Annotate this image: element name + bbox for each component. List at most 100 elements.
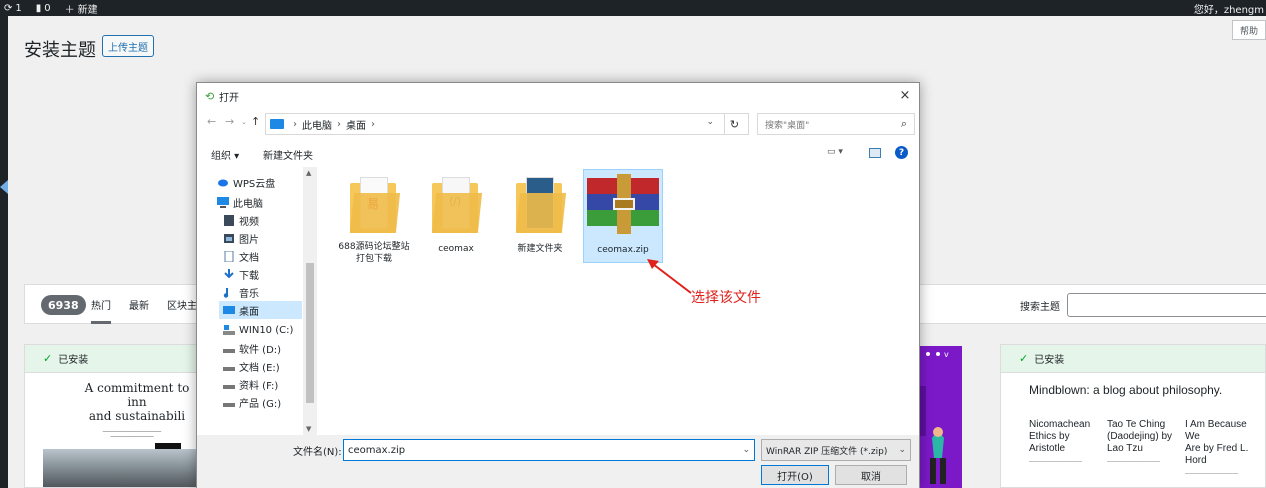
nav-item-drive-g[interactable]: 产品 (G:) [223,393,309,411]
svg-text:v: v [944,350,949,359]
recent-chevron-icon[interactable]: ⌄ [241,118,247,126]
breadcrumb-item[interactable]: 此电脑 [302,117,332,132]
nav-item-label: 产品 (G:) [239,398,282,410]
preview-pane-icon[interactable] [869,148,881,158]
column-line: Lao Tzu [1107,443,1143,454]
search-desktop-input[interactable]: 搜索"桌面" ⌕ [757,113,915,135]
chevron-down-icon[interactable]: ⌄ [742,445,750,455]
upload-theme-button[interactable]: 上传主题 [102,35,154,57]
nav-item-desktop[interactable]: 桌面 [219,301,302,319]
annotation-text: 选择该文件 [691,290,761,306]
winrar-archive-icon [587,174,659,234]
tab-block-themes[interactable]: 区块主 [167,297,197,312]
account-greeting[interactable]: 您好，zhengm [1194,1,1264,16]
column-line: Tao Te Ching [1107,419,1166,430]
drive-icon [223,397,235,408]
nav-item-label: 资料 (F:) [239,380,279,392]
open-file-dialog: ⟲ 打开 × ← → ⌄ ↑ › 此电脑 › 桌面 › ⌄ ↻ 搜索"桌面" ⌕… [196,82,920,488]
plus-icon: ＋ [64,4,75,16]
music-icon [223,287,235,298]
organize-menu[interactable]: 组织 ▾ [211,147,239,162]
search-themes-input[interactable] [1067,293,1266,317]
nav-item-wps-cloud[interactable]: WPS云盘 [217,173,303,191]
chevron-down-icon[interactable]: ⌄ [898,445,906,455]
nav-item-label: WPS云盘 [233,178,276,190]
file-name: 688源码论坛整站打包下载 [338,242,410,264]
nav-item-label: 音乐 [239,288,259,300]
nav-item-music[interactable]: 音乐 [223,283,309,301]
nav-item-label: 此电脑 [233,198,263,210]
theme-card[interactable]: ✓ 已安装 Mindblown: a blog about philosophy… [1000,344,1266,488]
filename-input[interactable]: ceomax.zip ⌄ [343,439,755,461]
nav-item-pictures[interactable]: 图片 [223,229,309,247]
installed-banner: ✓ 已安装 [25,345,199,373]
scroll-up-icon[interactable]: ▲ [306,169,311,177]
refresh-button[interactable]: ↻ [721,113,749,135]
nav-item-label: WIN10 (C:) [239,324,294,336]
nav-item-drive-e[interactable]: 文档 (E:) [223,357,309,375]
dialog-title-bar[interactable]: ⟲ 打开 × [197,83,919,109]
breadcrumb-item[interactable]: 桌面 [346,117,366,132]
preview-column: Tao Te Ching (Daodejing) by Lao Tzu ▁▁▁▁… [1107,419,1179,462]
filename-label: 文件名(N): [293,447,342,458]
dialog-title: 打开 [219,92,239,104]
nav-item-downloads[interactable]: 下载 [223,265,309,283]
help-button[interactable]: 帮助 [1232,20,1266,40]
nav-item-label: 下载 [239,270,259,282]
nav-item-drive-c[interactable]: WIN10 (C:) [223,321,309,339]
column-line: (Daodejing) by [1107,431,1173,442]
forward-arrow-icon[interactable]: → [225,115,234,128]
annotation-arrow-icon [647,259,692,294]
comments-item[interactable]: ▮ 0 [36,3,51,14]
picture-icon [223,233,235,244]
column-excerpt: ▁▁▁▁▁▁▁▁▁▁▁▁▁▁▁▁▁▁▁▁▁▁▁ [1185,470,1239,474]
file-type-select[interactable]: WinRAR ZIP 压缩文件 (*.zip) ⌄ [761,439,911,461]
nav-item-this-pc[interactable]: 此电脑 [217,193,303,211]
admin-sidebar-edge [0,16,8,488]
nav-item-label: 视频 [239,216,259,228]
nav-item-label: 软件 (D:) [239,344,282,356]
download-icon [223,268,235,280]
updates-item[interactable]: ⟳ 1 [4,3,22,14]
back-arrow-icon[interactable]: ← [207,115,216,128]
dialog-navigation-row: ← → ⌄ ↑ › 此电脑 › 桌面 › ⌄ ↻ 搜索"桌面" ⌕ [197,111,919,137]
file-item-folder[interactable]: 新建文件夹 [501,169,579,265]
scroll-down-icon[interactable]: ▼ [306,425,311,433]
nav-item-videos[interactable]: 视频 [223,211,309,229]
new-folder-button[interactable]: 新建文件夹 [263,147,313,162]
breadcrumb-separator-icon: › [337,118,341,130]
file-name: 新建文件夹 [517,244,563,254]
comment-icon: ▮ [35,2,42,14]
search-icon: ⌕ [900,117,907,130]
nav-item-drive-d[interactable]: 软件 (D:) [223,339,309,357]
tab-latest[interactable]: 最新 [129,297,149,312]
preview-column: I Am Because We Are by Fred L. Hord ▁▁▁▁… [1185,419,1257,474]
scrollbar-thumb[interactable] [306,263,314,403]
check-icon: ✓ [43,352,53,365]
file-item-folder[interactable]: ⟨/⟩ ceomax [417,169,495,265]
address-bar[interactable]: › 此电脑 › 桌面 › ⌄ [265,113,725,135]
theme-card-preview-purple[interactable]: v [916,346,962,488]
windows-drive-icon [223,324,235,336]
close-icon[interactable]: × [897,87,913,103]
theme-count-badge: 6938 [41,295,86,315]
folder-icon: ⟨/⟩ [431,175,483,235]
nav-item-drive-f[interactable]: 资料 (F:) [223,375,309,393]
open-button[interactable]: 打开(O) [761,465,829,485]
change-view-icon[interactable]: ▭ ▾ [827,147,843,157]
navigation-pane-scrollbar[interactable]: ▲ ▼ [303,167,317,435]
nav-item-documents[interactable]: 文档 [223,247,309,265]
file-item-folder[interactable]: 易 688源码论坛整站打包下载 [335,169,413,265]
file-item-archive[interactable]: ceomax.zip [583,169,663,263]
chevron-down-icon[interactable]: ⌄ [706,117,714,127]
new-content-item[interactable]: ＋ 新建 [65,1,98,16]
video-icon [223,214,235,226]
help-icon[interactable]: ? [895,146,908,159]
refresh-icon: ⟳ [4,2,13,14]
nav-item-label: 文档 (E:) [239,362,280,374]
browser-refresh-icon: ⟲ [205,89,215,103]
cancel-button[interactable]: 取消 [835,465,907,485]
tab-popular[interactable]: 热门 [91,297,111,312]
up-arrow-icon[interactable]: ↑ [251,115,260,128]
theme-card[interactable]: ✓ 已安装 A commitment to inn and sustainabi… [24,344,200,488]
